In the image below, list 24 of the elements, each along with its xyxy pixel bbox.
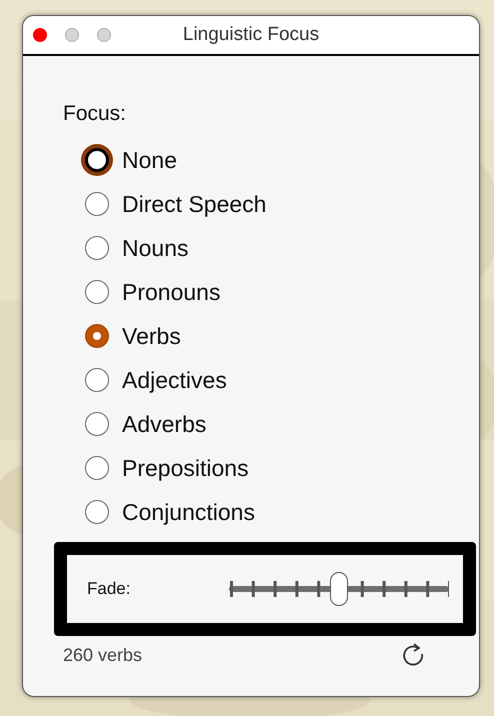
radio-button[interactable] xyxy=(85,412,109,436)
window-title: Linguistic Focus xyxy=(182,24,320,46)
radio-label[interactable]: Adverbs xyxy=(122,410,206,438)
radio-label[interactable]: Nouns xyxy=(122,234,188,262)
radio-label[interactable]: Direct Speech xyxy=(122,190,266,218)
radio-button[interactable] xyxy=(85,324,109,348)
radio-button[interactable] xyxy=(85,236,109,260)
radio-label[interactable]: Pronouns xyxy=(122,278,220,306)
radio-label[interactable]: None xyxy=(122,146,177,174)
radio-button[interactable] xyxy=(85,500,109,524)
fade-slider[interactable] xyxy=(229,574,449,604)
radio-label[interactable]: Prepositions xyxy=(122,454,249,482)
focus-label: Focus: xyxy=(63,102,128,126)
radio-label[interactable]: Conjunctions xyxy=(122,498,255,526)
radio-button[interactable] xyxy=(85,368,109,392)
fade-label: Fade: xyxy=(87,579,132,599)
radio-label[interactable]: Verbs xyxy=(122,322,181,350)
radio-button[interactable] xyxy=(85,192,109,216)
slider-thumb[interactable] xyxy=(330,572,348,606)
status-text: 260 verbs xyxy=(63,644,142,666)
radio-button[interactable] xyxy=(85,280,109,304)
radio-button[interactable] xyxy=(85,456,109,480)
close-button[interactable] xyxy=(33,28,47,42)
radio-label[interactable]: Adjectives xyxy=(122,366,227,394)
